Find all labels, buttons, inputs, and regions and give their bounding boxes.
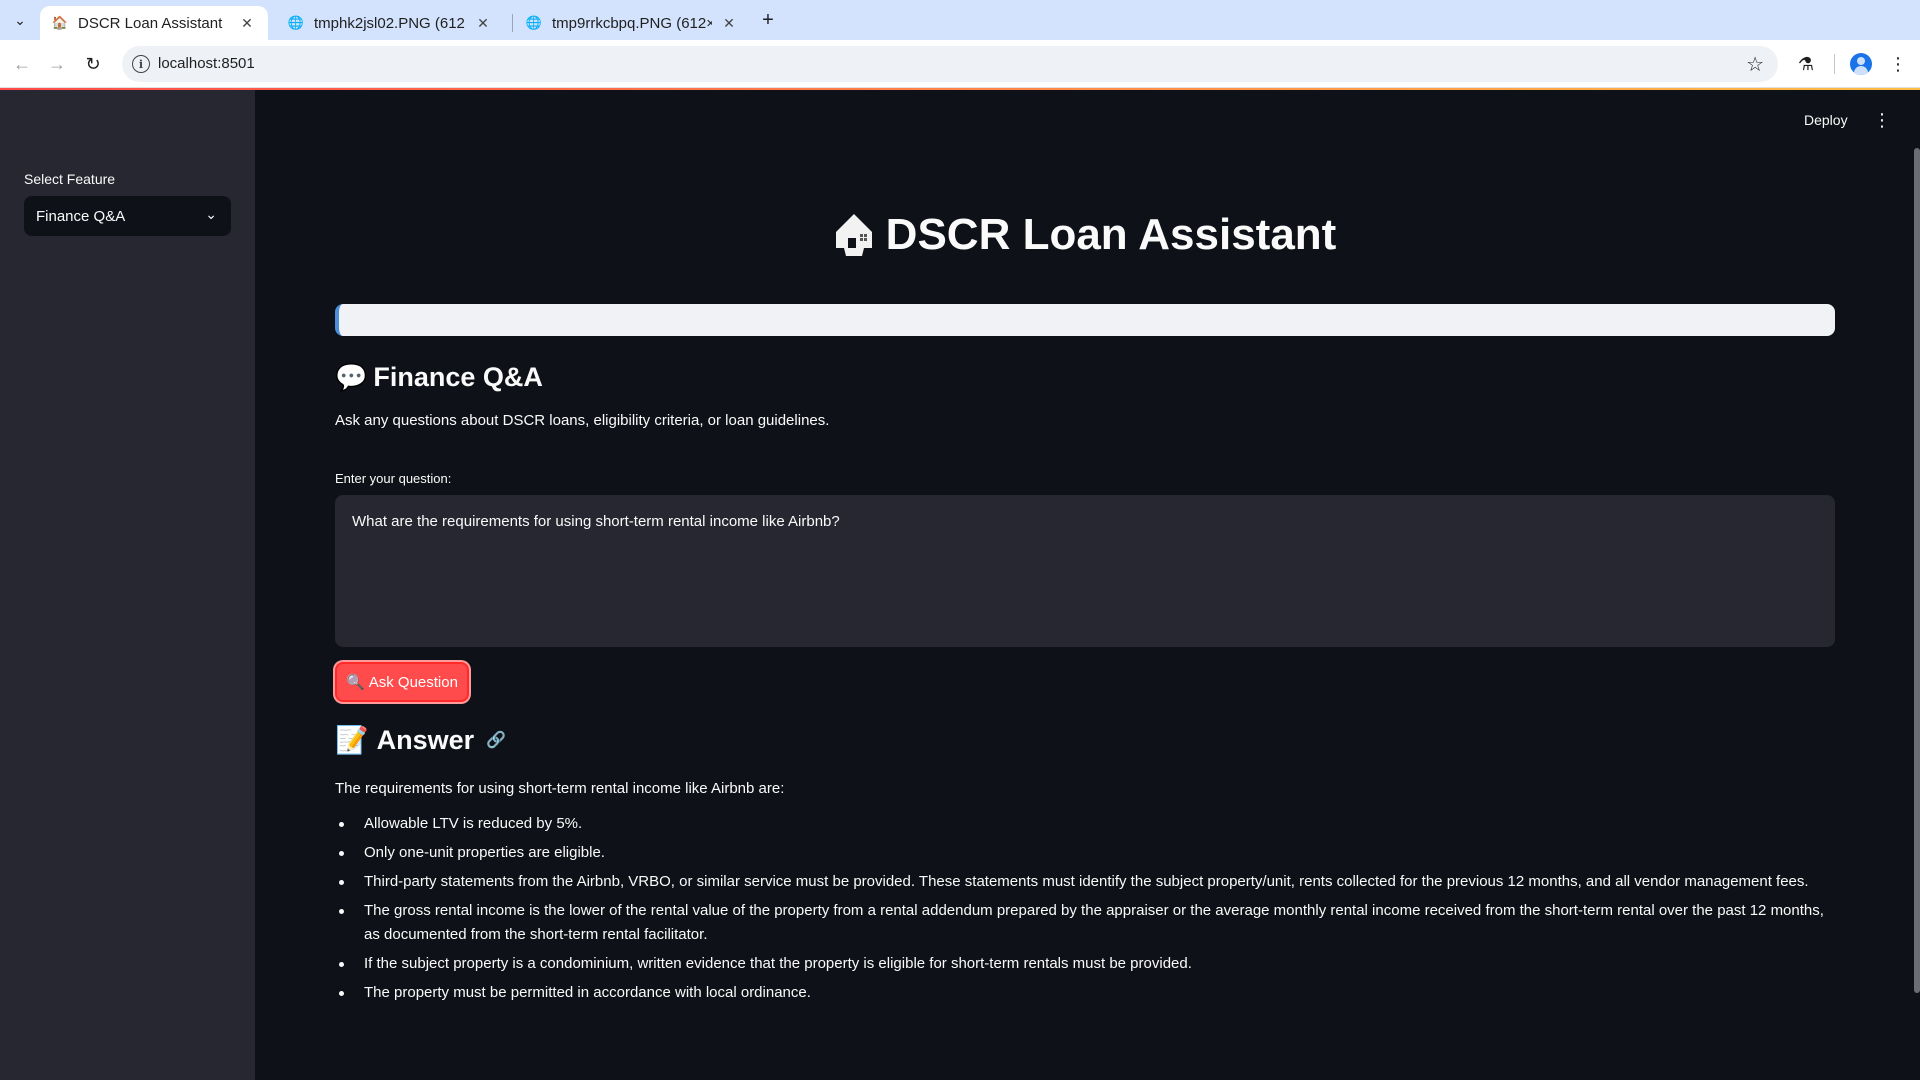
app-top-decoration [0,88,1920,90]
answer-list-item: The gross rental income is the lower of … [335,899,1835,947]
main-menu-kebab-icon[interactable]: ⋮ [1873,110,1891,130]
question-textarea[interactable]: What are the requirements for using shor… [335,495,1835,647]
answer-list-item: Third-party statements from the Airbnb, … [335,870,1835,894]
browser-menu-kebab-icon[interactable]: ⋮ [1886,52,1910,76]
house-icon [835,214,872,256]
browser-toolbar: ← → ↻ i localhost:8501 ☆ ⚗ ⋮ [0,40,1920,88]
feature-select-value: Finance Q&A [36,207,126,225]
back-arrow-icon[interactable]: ← [10,52,34,76]
tab-separator [512,14,513,32]
house-emoji-icon: 🏠 [51,15,69,30]
answer-list-item: Only one-unit properties are eligible. [335,841,1835,865]
status-bar [335,304,1835,336]
section-title-text: Finance Q&A [373,362,543,392]
tab-title: tmphk2jsl02.PNG (612×7 [314,14,466,32]
forward-arrow-icon[interactable]: → [45,52,69,76]
avatar-icon [1850,53,1872,75]
scrollbar[interactable] [1914,148,1920,993]
address-bar[interactable]: i localhost:8501 ☆ [122,46,1778,82]
anchor-link-icon[interactable]: 🔗 [486,730,506,750]
close-tab-icon[interactable]: ✕ [720,14,738,32]
site-info-icon[interactable]: i [132,55,150,73]
bookmark-star-icon[interactable]: ☆ [1746,52,1764,77]
globe-icon: 🌐 [287,15,305,30]
speech-bubble-icon: 💬 [335,362,368,392]
close-tab-icon[interactable]: ✕ [474,14,492,32]
ask-question-label: Ask Question [368,673,458,691]
ask-question-button[interactable]: 🔍 Ask Question [335,662,469,702]
page-title-text: DSCR Loan Assistant [885,210,1337,259]
sidebar: Select Feature Finance Q&A ⌄ [0,90,255,1080]
profile-avatar[interactable] [1849,52,1873,76]
answer-list-item: If the subject property is a condominium… [335,952,1835,976]
browser-tab-image-2[interactable]: 🌐 tmp9rrkcbpq.PNG (612× ✕ [514,6,750,40]
feature-select[interactable]: Finance Q&A ⌄ [24,196,231,236]
section-title: 💬 Finance Q&A [335,362,543,393]
deploy-button[interactable]: Deploy [1804,112,1848,128]
answer-list: Allowable LTV is reduced by 5%. Only one… [335,812,1835,1010]
tab-title: tmp9rrkcbpq.PNG (612× [552,14,712,32]
labs-flask-icon[interactable]: ⚗ [1794,52,1818,76]
section-description: Ask any questions about DSCR loans, elig… [335,412,830,429]
toolbar-divider [1834,54,1835,74]
url-text[interactable]: localhost:8501 [158,55,255,72]
question-input-label: Enter your question: [335,471,452,486]
magnifier-icon: 🔍 [346,674,365,691]
browser-tabstrip: ⌄ 🏠 DSCR Loan Assistant ✕ 🌐 tmphk2jsl02.… [0,0,1920,40]
reload-icon[interactable]: ↻ [81,52,105,76]
answer-title: 📝 Answer 🔗 [335,724,506,756]
close-tab-icon[interactable]: ✕ [238,14,256,32]
select-feature-label: Select Feature [24,171,116,187]
tab-title: DSCR Loan Assistant [78,14,223,32]
browser-tab-dscr[interactable]: 🏠 DSCR Loan Assistant ✕ [40,6,268,40]
answer-list-item: The property must be permitted in accord… [335,981,1835,1005]
new-tab-plus-icon[interactable]: + [758,8,778,32]
answer-intro: The requirements for using short-term re… [335,780,785,797]
tab-list-chevron-icon[interactable]: ⌄ [8,8,32,32]
browser-tab-image-1[interactable]: 🌐 tmphk2jsl02.PNG (612×7 ✕ [276,6,504,40]
chevron-down-icon: ⌄ [205,206,217,222]
memo-pencil-icon: 📝 [335,725,369,755]
answer-list-item: Allowable LTV is reduced by 5%. [335,812,1835,836]
answer-title-text: Answer [376,724,475,755]
page-title: DSCR Loan Assistant [335,210,1835,260]
globe-icon: 🌐 [525,15,543,30]
